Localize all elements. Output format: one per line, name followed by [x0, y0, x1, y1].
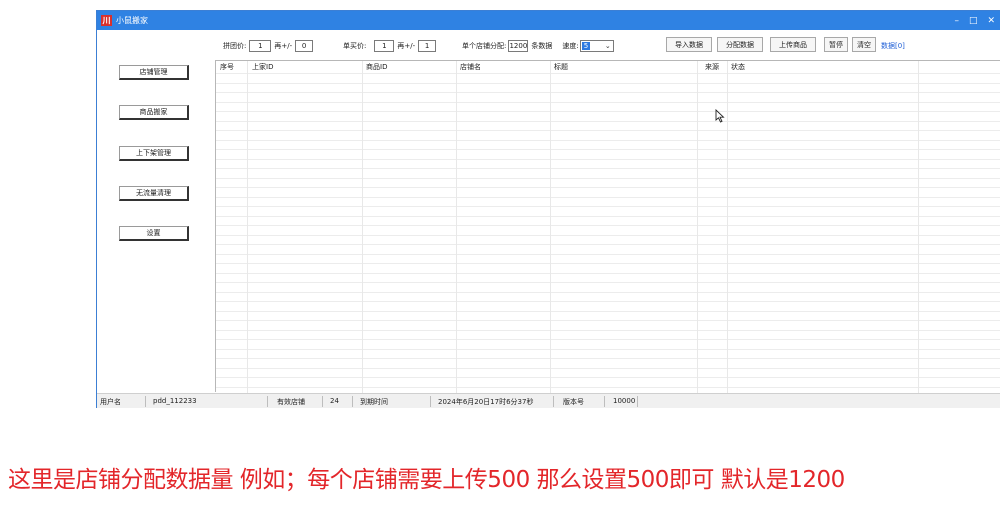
grid-row-line: [216, 73, 1000, 74]
window-title: 小鼠搬家: [116, 16, 148, 25]
speed-select[interactable]: 5 ⌄: [579, 39, 614, 52]
grid-column-line: [918, 61, 919, 393]
grid-column-line: [550, 61, 551, 393]
grid-column-line: [456, 61, 457, 393]
grid-row-line: [216, 301, 1000, 302]
chevron-down-icon: ⌄: [604, 41, 611, 50]
import-data-button[interactable]: 导入数据: [666, 37, 712, 52]
user-value: pdd_112233: [153, 397, 197, 405]
speed-value: 5: [581, 41, 591, 50]
group-price-adjust-input[interactable]: 0: [295, 39, 314, 52]
grid-row-line: [216, 263, 1000, 264]
group-price-input[interactable]: 1: [249, 39, 272, 52]
title-bar: 川 小鼠搬家 – □ ✕: [97, 11, 1000, 30]
single-price-op-label: 再+/-: [397, 41, 416, 50]
distribute-data-button[interactable]: 分配数据: [717, 37, 763, 52]
single-price-input[interactable]: 1: [374, 39, 395, 52]
valid-stores-value: 24: [330, 397, 339, 405]
per-store-unit: 条数据: [531, 41, 553, 50]
column-header-store-name: 店铺名: [460, 63, 481, 71]
grid-row-line: [216, 234, 1000, 236]
upload-products-button[interactable]: 上传商品: [770, 37, 816, 52]
grid-row-line: [216, 139, 1000, 141]
grid-row-line: [216, 348, 1000, 350]
app-window: 川 小鼠搬家 – □ ✕ 店铺管理 商品搬家 上下架管理 无流量清理 设置 拼团…: [96, 10, 1000, 408]
grid-row-line: [216, 291, 1000, 293]
grid-row-line: [216, 177, 1000, 179]
minimize-icon[interactable]: –: [954, 16, 959, 26]
column-header-product-id: 商品ID: [366, 63, 388, 71]
user-label: 用户名: [100, 398, 121, 406]
grid-row-line: [216, 225, 1000, 226]
data-grid[interactable]: 序号 上家ID 商品ID 店铺名 标题 来源 状态: [215, 60, 1000, 393]
grid-column-line: [697, 61, 698, 393]
grid-row-line: [216, 168, 1000, 169]
expiry-value: 2024年6月20日17时6分37秒: [438, 398, 534, 406]
store-management-button[interactable]: 店铺管理: [119, 65, 189, 80]
listing-management-button[interactable]: 上下架管理: [119, 146, 189, 161]
grid-row-line: [216, 196, 1000, 198]
version-label: 版本号: [563, 398, 584, 406]
no-traffic-cleanup-button[interactable]: 无流量清理: [119, 186, 189, 201]
single-price-adjust-input[interactable]: 1: [418, 39, 437, 52]
column-header-title: 标题: [554, 63, 568, 71]
group-price-label: 拼团价:: [223, 41, 247, 50]
grid-row-line: [216, 329, 1000, 331]
grid-row-line: [216, 158, 1000, 160]
grid-row-line: [216, 367, 1000, 369]
nav-panel: 店铺管理 商品搬家 上下架管理 无流量清理 设置: [97, 30, 215, 392]
grid-row-line: [216, 244, 1000, 245]
grid-header: 序号 上家ID 商品ID 店铺名 标题 来源 状态: [216, 61, 1000, 73]
grid-row-line: [216, 92, 1000, 93]
data-count: 数据[0]: [881, 41, 905, 50]
clear-button[interactable]: 清空: [852, 37, 876, 52]
grid-row-line: [216, 187, 1000, 188]
expiry-label: 到期时间: [360, 398, 388, 406]
instruction-caption: 这里是店铺分配数据量 例如；每个店铺需要上传500 那么设置500即可 默认是1…: [8, 467, 845, 493]
grid-row-line: [216, 111, 1000, 112]
grid-row-line: [216, 82, 1000, 84]
grid-row-line: [216, 282, 1000, 283]
maximize-icon[interactable]: □: [969, 16, 978, 26]
column-header-index: 序号: [220, 63, 234, 71]
grid-row-line: [216, 101, 1000, 103]
grid-row-line: [216, 206, 1000, 207]
single-price-label: 单买价:: [343, 41, 367, 50]
grid-row-line: [216, 253, 1000, 255]
grid-row-line: [216, 130, 1000, 131]
version-value: 10000: [613, 397, 636, 405]
group-price-op-label: 再+/-: [274, 41, 293, 50]
grid-column-line: [247, 61, 248, 393]
grid-row-line: [216, 320, 1000, 321]
grid-row-line: [216, 120, 1000, 122]
grid-row-line: [216, 339, 1000, 340]
mouse-pointer-icon: [715, 108, 725, 127]
grid-row-line: [216, 310, 1000, 312]
status-bar: 用户名 pdd_112233 有效店铺 24 到期时间 2024年6月20日17…: [97, 393, 1000, 408]
grid-row-line: [216, 377, 1000, 378]
column-header-seller-id: 上家ID: [252, 63, 274, 71]
valid-stores-label: 有效店铺: [277, 398, 305, 406]
product-move-button[interactable]: 商品搬家: [119, 105, 189, 120]
close-icon[interactable]: ✕: [987, 16, 995, 26]
grid-row-line: [216, 386, 1000, 388]
grid-column-line: [727, 61, 728, 393]
app-logo-icon: 川: [101, 15, 112, 26]
grid-row-line: [216, 358, 1000, 359]
per-store-label: 单个店铺分配:: [462, 41, 507, 50]
pause-button[interactable]: 暂停: [824, 37, 848, 52]
settings-button[interactable]: 设置: [119, 226, 189, 241]
column-header-status: 状态: [731, 63, 745, 71]
column-header-source: 来源: [705, 63, 719, 71]
per-store-input[interactable]: 1200: [508, 39, 529, 52]
speed-label: 速度:: [562, 41, 579, 50]
grid-column-line: [362, 61, 363, 393]
grid-row-line: [216, 215, 1000, 217]
grid-row-line: [216, 149, 1000, 150]
grid-row-line: [216, 272, 1000, 274]
